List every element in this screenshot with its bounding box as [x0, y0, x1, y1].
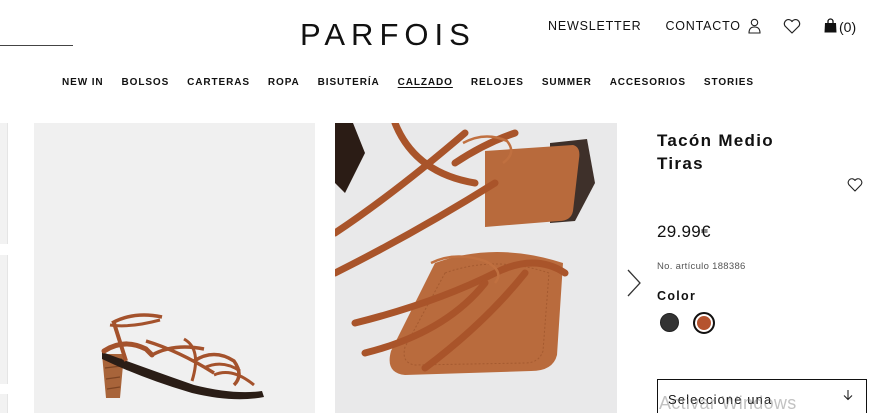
- search-underline[interactable]: [0, 45, 73, 46]
- size-select[interactable]: Seleccione una: [657, 379, 867, 413]
- newsletter-link[interactable]: NEWSLETTER: [548, 19, 641, 33]
- main-nav: NEW IN BOLSOS CARTERAS ROPA BISUTERÍA CA…: [62, 77, 772, 88]
- cart-button[interactable]: (0): [824, 18, 856, 36]
- product-image-closeup[interactable]: [335, 123, 617, 413]
- color-swatch-black[interactable]: [660, 313, 679, 332]
- color-label: Color: [657, 289, 697, 303]
- color-swatch-brown[interactable]: [693, 312, 715, 334]
- article-number: No. artículo 188386: [657, 261, 746, 272]
- user-icon[interactable]: [748, 18, 761, 39]
- nav-item-carteras[interactable]: CARTERAS: [187, 77, 250, 88]
- product-title-line2: Tiras: [657, 154, 704, 173]
- chevron-down-icon: [842, 389, 854, 404]
- nav-item-new-in[interactable]: NEW IN: [62, 77, 104, 88]
- product-title: Tacón Medio Tiras: [657, 129, 857, 175]
- nav-item-ropa[interactable]: ROPA: [268, 77, 300, 88]
- nav-item-relojes[interactable]: RELOJES: [471, 77, 524, 88]
- size-select-placeholder: Seleccione una: [668, 392, 773, 407]
- product-image-side[interactable]: [34, 123, 315, 413]
- nav-item-calzado[interactable]: CALZADO: [398, 77, 453, 88]
- nav-item-bolsos[interactable]: BOLSOS: [122, 77, 170, 88]
- product-title-line1: Tacón Medio: [657, 131, 774, 150]
- gallery-thumbnail[interactable]: [0, 394, 8, 413]
- logo-text: PARFOIS: [300, 17, 476, 50]
- gallery-thumbnail[interactable]: [0, 123, 8, 244]
- contact-link[interactable]: CONTACTO: [665, 19, 740, 33]
- nav-item-stories[interactable]: STORIES: [704, 77, 754, 88]
- cart-count: (0): [839, 19, 857, 35]
- parfois-logo[interactable]: PARFOIS: [300, 14, 480, 50]
- gallery-thumbnail[interactable]: [0, 255, 8, 384]
- wishlist-heart-icon[interactable]: [783, 19, 801, 39]
- bag-icon: [824, 18, 837, 36]
- add-to-wishlist-heart-icon[interactable]: [847, 178, 863, 197]
- nav-item-summer[interactable]: SUMMER: [542, 77, 592, 88]
- product-price: 29.99€: [657, 222, 711, 241]
- nav-item-accesorios[interactable]: ACCESORIOS: [610, 77, 686, 88]
- nav-item-bisuteria[interactable]: BISUTERÍA: [318, 77, 380, 88]
- chevron-right-icon[interactable]: [626, 268, 642, 298]
